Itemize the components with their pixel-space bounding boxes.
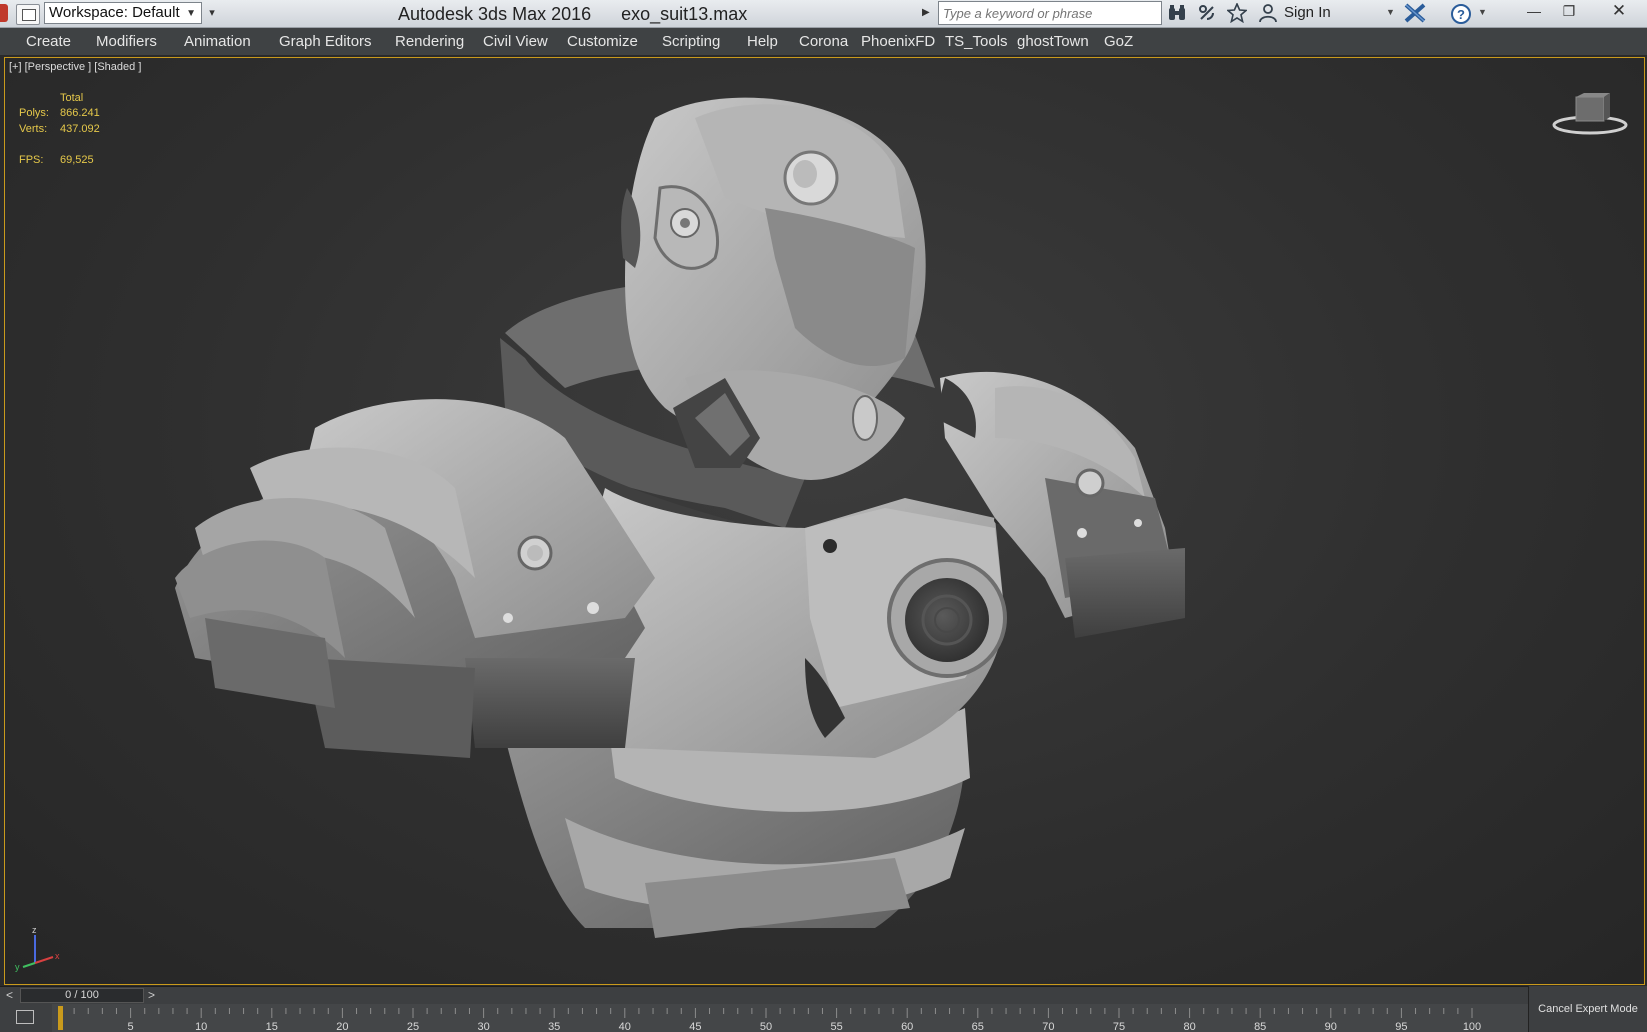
frame-tick-label: 40 (619, 1021, 631, 1032)
frame-tick-label: 100 (1463, 1021, 1481, 1032)
frame-tick-label: 30 (477, 1021, 489, 1032)
frame-tick-label: 60 (901, 1021, 913, 1032)
menu-goz[interactable]: GoZ (1104, 33, 1133, 50)
menu-animation[interactable]: Animation (184, 33, 251, 50)
workspace-dropdown[interactable]: Workspace: Default ▼ (44, 2, 202, 24)
sign-in-link[interactable]: Sign In (1284, 4, 1331, 21)
restore-button[interactable]: ❐ (1552, 0, 1586, 24)
menu-civil-view[interactable]: Civil View (483, 33, 548, 50)
svg-text:x: x (55, 951, 60, 961)
window-title: Autodesk 3ds Max 2016 exo_suit13.max (398, 4, 747, 25)
workspace-label: Workspace: Default (49, 4, 180, 21)
quick-access-button[interactable] (16, 4, 40, 25)
frame-tick-label: 50 (760, 1021, 772, 1032)
menu-customize[interactable]: Customize (567, 33, 638, 50)
frame-tick-label: 80 (1183, 1021, 1195, 1032)
previous-frame-button[interactable]: < (6, 988, 13, 1002)
menu-ts-tools[interactable]: TS_Tools (945, 33, 1008, 50)
perspective-viewport[interactable]: [+] [Perspective ] [Shaded ] Total Polys… (4, 57, 1645, 985)
chevron-down-icon[interactable]: ▼ (1478, 7, 1487, 17)
search-input[interactable] (938, 1, 1162, 25)
frame-tick-label: 15 (266, 1021, 278, 1032)
app-logo-icon[interactable] (0, 4, 8, 22)
menu-modifiers[interactable]: Modifiers (96, 33, 157, 50)
quick-access-overflow-icon[interactable]: ▾ (205, 4, 219, 22)
current-frame-marker[interactable] (58, 1006, 63, 1030)
chevron-down-icon[interactable]: ▼ (1386, 7, 1395, 17)
app-name: Autodesk 3ds Max 2016 (398, 4, 592, 24)
frame-tick-label: 5 (128, 1021, 134, 1032)
menu-phoenixfd[interactable]: PhoenixFD (861, 33, 935, 50)
time-slider-thumb[interactable]: 0 / 100 (20, 988, 144, 1003)
binoculars-icon[interactable] (1166, 3, 1188, 25)
file-name: exo_suit13.max (621, 4, 748, 24)
menu-ghosttown[interactable]: ghostTown (1017, 33, 1089, 50)
menu-create[interactable]: Create (26, 33, 71, 50)
menu-corona[interactable]: Corona (799, 33, 848, 50)
frame-tick-label: 25 (407, 1021, 419, 1032)
cancel-expert-mode-button[interactable]: Cancel Expert Mode (1528, 986, 1647, 1032)
menu-help[interactable]: Help (747, 33, 778, 50)
play-caret-icon: ▶ (922, 7, 930, 18)
menu-scripting[interactable]: Scripting (662, 33, 720, 50)
title-bar: Workspace: Default ▼ ▾ Autodesk 3ds Max … (0, 0, 1647, 28)
svg-text:z: z (32, 925, 37, 935)
close-button[interactable]: ✕ (1597, 0, 1641, 24)
frame-tick-label: 10 (195, 1021, 207, 1032)
axis-tripod-icon: z x y (15, 925, 60, 972)
frame-tick-label: 35 (548, 1021, 560, 1032)
frame-tick-label: 85 (1254, 1021, 1266, 1032)
satellite-icon[interactable] (1196, 3, 1218, 25)
frame-tick-label: 75 (1113, 1021, 1125, 1032)
menu-graph-editors[interactable]: Graph Editors (279, 33, 372, 50)
svg-text:y: y (15, 962, 20, 972)
frame-tick-label: 70 (1042, 1021, 1054, 1032)
menu-bar: Create Modifiers Animation Graph Editors… (0, 28, 1647, 56)
help-icon[interactable]: ? (1450, 3, 1472, 25)
minimize-button[interactable]: — (1517, 0, 1551, 24)
frame-tick-label: 55 (830, 1021, 842, 1032)
x-logo-icon[interactable] (1404, 3, 1426, 25)
svg-text:?: ? (1457, 7, 1465, 22)
frame-tick-label: 95 (1395, 1021, 1407, 1032)
time-slider[interactable]: < 0 / 100 > (0, 986, 1528, 1005)
chevron-down-icon: ▼ (186, 8, 196, 19)
track-bar[interactable]: 5 10 15 20 25 30 35 40 45 50 55 60 65 70 75 80 85 90 95 100 (52, 1004, 1528, 1032)
frame-tick-label: 90 (1325, 1021, 1337, 1032)
exo-suit-model[interactable] (5, 58, 1644, 984)
menu-rendering[interactable]: Rendering (395, 33, 464, 50)
frame-tick-label: 65 (972, 1021, 984, 1032)
curve-editor-toggle-icon[interactable] (0, 1004, 52, 1032)
frame-tick-label: 20 (336, 1021, 348, 1032)
star-icon[interactable] (1226, 1, 1248, 25)
viewcube-icon[interactable] (1550, 91, 1630, 137)
user-icon[interactable] (1257, 3, 1279, 25)
frame-tick-label: 45 (689, 1021, 701, 1032)
next-frame-button[interactable]: > (148, 988, 155, 1002)
track-bar-ruler: 5 10 15 20 25 30 35 40 45 50 55 60 65 70 75 80 85 90 95 100 (58, 1006, 1481, 1032)
